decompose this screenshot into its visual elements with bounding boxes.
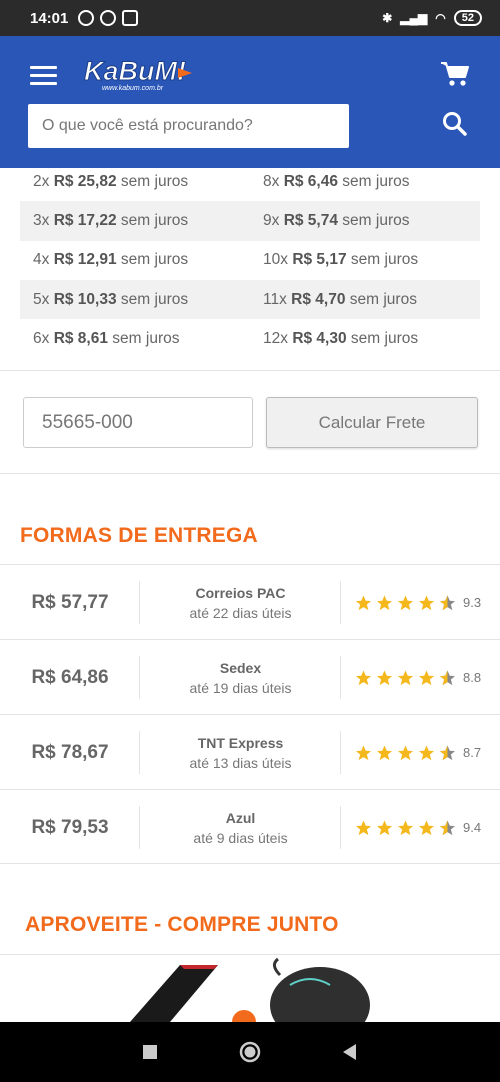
installment-cell: 11x R$ 4,70 sem juros	[263, 290, 417, 308]
star-icon	[440, 670, 455, 685]
star-icon	[356, 670, 371, 685]
mouse-image	[270, 967, 370, 1022]
plus-icon	[232, 1010, 256, 1022]
star-icon	[377, 745, 392, 760]
star-icon	[398, 820, 413, 835]
star-icon	[398, 670, 413, 685]
shipping-days: até 13 dias úteis	[189, 754, 292, 771]
installment-cell: 2x R$ 25,82 sem juros	[33, 172, 189, 190]
star-icon	[419, 820, 434, 835]
installment-row: 6x R$ 8,61 sem juros 12x R$ 4,30 sem jur…	[20, 319, 480, 358]
installment-row: 3x R$ 17,22 sem juros 9x R$ 5,74 sem jur…	[20, 201, 480, 241]
shipping-option[interactable]: R$ 64,86 Sedex até 19 dias úteis 8.8	[0, 639, 500, 714]
installment-cell: 3x R$ 17,22 sem juros	[33, 211, 189, 229]
back-icon[interactable]	[338, 1040, 362, 1064]
product-images[interactable]	[0, 955, 500, 1022]
shipping-option[interactable]: R$ 79,53 Azul até 9 dias úteis 9.4	[0, 789, 500, 864]
installment-row: 2x R$ 25,82 sem juros 8x R$ 6,46 sem jur…	[20, 162, 480, 201]
gallery-icon	[122, 10, 139, 26]
installment-cell: 10x R$ 5,17 sem juros	[263, 251, 419, 269]
bluetooth-icon: ✱	[382, 11, 393, 25]
star-icon	[440, 595, 455, 610]
shipping-carrier: TNT Express	[197, 734, 284, 751]
rating-score: 8.8	[463, 670, 482, 685]
installment-cell: 12x R$ 4,30 sem juros	[263, 329, 419, 347]
star-icon	[356, 820, 371, 835]
star-icon	[377, 595, 392, 610]
installment-cell: 5x R$ 10,33 sem juros	[33, 290, 189, 308]
buy-together-title: APROVEITE - COMPRE JUNTO	[25, 913, 339, 936]
star-icon	[377, 670, 392, 685]
installment-row: 4x R$ 12,91 sem juros 10x R$ 5,17 sem ju…	[20, 241, 480, 280]
shipping-price: R$ 57,77	[31, 591, 109, 613]
star-icon	[440, 820, 455, 835]
divider	[0, 370, 500, 371]
shipping-rating: 9.4	[354, 790, 481, 865]
logo-subtext: www.kabum.com.br	[102, 85, 164, 92]
star-icon	[419, 670, 434, 685]
android-nav-bar	[0, 1022, 500, 1082]
kabum-logo[interactable]: KaBuM! www.kabum.com.br	[82, 52, 194, 94]
shipping-rating: 9.3	[354, 565, 481, 640]
star-icon	[419, 595, 434, 610]
product-thumbnails	[130, 957, 370, 1022]
shipping-days: até 9 dias úteis	[193, 829, 288, 846]
shipping-info: Correios PAC até 22 dias úteis	[141, 565, 340, 640]
star-icon	[419, 745, 434, 760]
calculate-freight-button[interactable]: Calcular Frete	[266, 397, 478, 448]
mousepad-image	[130, 965, 218, 1022]
star-icon	[377, 820, 392, 835]
installment-cell: 4x R$ 12,91 sem juros	[33, 251, 189, 269]
shipping-rating: 8.7	[354, 715, 481, 790]
installment-cell: 8x R$ 6,46 sem juros	[263, 172, 410, 190]
shipping-price: R$ 78,67	[31, 741, 109, 763]
shipping-carrier: Sedex	[219, 659, 262, 676]
cart-icon[interactable]	[440, 60, 470, 88]
shipping-info: TNT Express até 13 dias úteis	[141, 715, 340, 790]
installments-table: 2x R$ 25,82 sem juros 8x R$ 6,46 sem jur…	[20, 162, 480, 358]
home-icon[interactable]	[238, 1040, 262, 1064]
signal-icon: ▂▄▆	[400, 11, 428, 25]
installment-row: 5x R$ 10,33 sem juros 11x R$ 4,70 sem ju…	[20, 279, 480, 320]
star-icon	[356, 595, 371, 610]
divider	[0, 473, 500, 474]
rating-score: 8.7	[463, 745, 482, 760]
installment-cell: 6x R$ 8,61 sem juros	[33, 329, 180, 347]
star-icon	[398, 595, 413, 610]
shipping-carrier: Correios PAC	[195, 584, 286, 601]
rating-score: 9.3	[463, 595, 482, 610]
app-header: KaBuM! www.kabum.com.br O que você está …	[0, 36, 500, 168]
shipping-price: R$ 79,53	[31, 816, 109, 838]
star-icon	[440, 745, 455, 760]
battery-icon: 52	[453, 10, 482, 26]
shipping-days: até 19 dias úteis	[189, 679, 292, 696]
search-icon[interactable]	[442, 111, 468, 137]
logo-text: KaBuM!	[84, 56, 186, 86]
shipping-carrier: Azul	[225, 809, 256, 826]
delivery-section-title: FORMAS DE ENTREGA	[20, 524, 258, 547]
cep-input[interactable]: 55665-000	[23, 397, 253, 448]
shipping-option[interactable]: R$ 57,77 Correios PAC até 22 dias úteis …	[0, 564, 500, 639]
alarm-icon	[78, 10, 95, 26]
shipping-info: Azul até 9 dias úteis	[141, 790, 340, 865]
star-icon	[356, 745, 371, 760]
shipping-info: Sedex até 19 dias úteis	[141, 640, 340, 715]
wifi-icon: ◠	[435, 11, 446, 25]
status-time: 14:01	[30, 9, 69, 27]
recent-apps-icon[interactable]	[138, 1040, 162, 1064]
notification-icons	[78, 10, 139, 26]
rating-score: 9.4	[463, 820, 482, 835]
search-input[interactable]: O que você está procurando?	[28, 104, 349, 148]
shipping-days: até 22 dias úteis	[189, 604, 292, 621]
shipping-rating: 8.8	[354, 640, 481, 715]
status-bar: 14:01 ✱ ▂▄▆ ◠ 52	[0, 0, 500, 36]
cep-value: 55665-000	[42, 411, 133, 433]
installment-cell: 9x R$ 5,74 sem juros	[263, 211, 410, 229]
search-placeholder: O que você está procurando?	[42, 117, 253, 134]
hamburger-menu-icon[interactable]	[30, 66, 57, 86]
star-icon	[398, 745, 413, 760]
whatsapp-icon	[100, 10, 117, 26]
shipping-price: R$ 64,86	[31, 666, 109, 688]
shipping-option[interactable]: R$ 78,67 TNT Express até 13 dias úteis 8…	[0, 714, 500, 789]
